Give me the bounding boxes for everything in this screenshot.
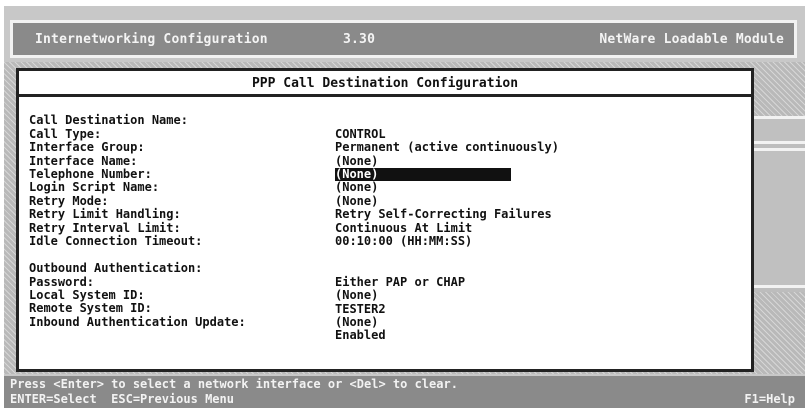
field-call-destination-name[interactable]: Call Destination Name: CONTROL [29, 101, 739, 140]
field-telephone-number[interactable]: Telephone Number: (None) [29, 155, 739, 194]
field-retry-limit-handling[interactable]: Retry Limit Handling: Continuous At Limi… [29, 195, 739, 234]
field-list: Call Destination Name: CONTROL Call Type… [29, 101, 739, 342]
field-local-system-id[interactable]: Local System ID: TESTER2 [29, 276, 739, 315]
field-retry-interval-limit[interactable]: Retry Interval Limit: 00:10:00 (HH:MM:SS… [29, 208, 739, 248]
status-bar: Press <Enter> to select a network interf… [4, 376, 805, 408]
field-interface-group[interactable]: Interface Group: (None) [29, 128, 739, 167]
field-password[interactable]: Password: (None) [29, 262, 739, 302]
key-hints: ENTER=Select ESC=Previous Menu [10, 392, 234, 406]
field-value[interactable]: (None) [335, 315, 378, 329]
field-idle-connection-timeout[interactable]: Idle Connection Timeout: [29, 222, 739, 248]
dialog-title: PPP Call Destination Configuration [19, 71, 751, 97]
module-label: NetWare Loadable Module [599, 32, 784, 47]
field-interface-name[interactable]: Interface Name: (None) [29, 141, 739, 181]
help-key-hint[interactable]: F1=Help [744, 392, 795, 406]
field-value[interactable]: Enabled [335, 328, 386, 342]
app-title: Internetworking Configuration [35, 32, 268, 47]
field-label: Inbound Authentication Update: [29, 314, 246, 329]
field-inbound-authentication-update[interactable]: Inbound Authentication Update: Enabled [29, 302, 739, 342]
header-bar: Internetworking Configuration 3.30 NetWa… [10, 20, 797, 58]
field-login-script-name[interactable]: Login Script Name: (None) [29, 168, 739, 207]
console-screen: Internetworking Configuration 3.30 NetWa… [4, 6, 805, 408]
field-value[interactable]: 00:10:00 (HH:MM:SS) [335, 234, 472, 248]
app-version: 3.30 [343, 32, 376, 47]
ppp-call-destination-dialog: PPP Call Destination Configuration Call … [16, 68, 754, 372]
field-retry-mode[interactable]: Retry Mode: Retry Self-Correcting Failur… [29, 181, 739, 221]
field-outbound-authentication[interactable]: Outbound Authentication: Either PAP or C… [29, 249, 739, 288]
status-message: Press <Enter> to select a network interf… [10, 377, 458, 391]
field-label: Idle Connection Timeout: [29, 233, 203, 248]
field-remote-system-id[interactable]: Remote System ID: (None) [29, 289, 739, 329]
field-call-type[interactable]: Call Type: Permanent (active continuousl… [29, 114, 739, 154]
